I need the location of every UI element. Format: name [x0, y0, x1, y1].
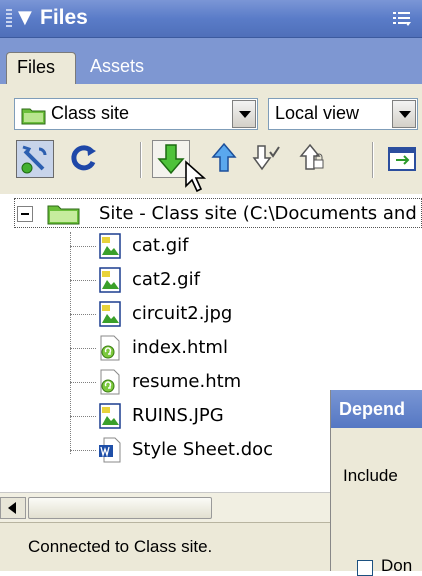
- panel-title: Files: [40, 6, 88, 29]
- view-select[interactable]: Local view: [268, 98, 418, 130]
- refresh-icon: [71, 145, 96, 171]
- scroll-left-arrow-icon[interactable]: [0, 497, 26, 519]
- files-panel: ▼ Files Files Assets Class site Local vi…: [0, 0, 422, 576]
- put-files-icon: [211, 142, 237, 172]
- mouse-pointer-icon: [185, 160, 207, 193]
- image-file-icon: [99, 301, 121, 327]
- tree-file-item[interactable]: circuit2.jpg: [70, 298, 330, 332]
- expand-view-button[interactable]: [384, 140, 422, 178]
- file-name: cat.gif: [132, 235, 189, 256]
- file-name: circuit2.jpg: [132, 303, 233, 324]
- status-text: Connected to Class site.: [28, 537, 213, 556]
- horizontal-scrollbar[interactable]: [0, 492, 330, 522]
- tree-file-item[interactable]: cat.gif: [70, 230, 330, 264]
- file-name: Style Sheet.doc: [132, 439, 274, 460]
- files-toolbar: [0, 140, 422, 180]
- image-file-icon: [99, 403, 121, 429]
- image-file-icon: [99, 267, 121, 293]
- tree-root-row[interactable]: Site - Class site (C:\Documents and: [14, 198, 422, 228]
- dependent-files-dialog: Depend Include Don: [330, 390, 422, 576]
- file-name: resume.htm: [132, 371, 242, 392]
- dialog-checkbox[interactable]: [357, 560, 373, 576]
- tree-file-item[interactable]: Style Sheet.doc: [70, 434, 330, 468]
- image-file-icon: [99, 233, 121, 259]
- status-bar: Connected to Class site.: [0, 522, 330, 571]
- check-in-icon: [299, 143, 324, 170]
- file-name: RUINS.JPG: [132, 405, 224, 426]
- tree-root-label: Site - Class site (C:\Documents and: [99, 203, 417, 224]
- site-select-dropdown-button[interactable]: [232, 100, 256, 128]
- file-name: index.html: [132, 337, 228, 358]
- tree-file-item[interactable]: cat2.gif: [70, 264, 330, 298]
- site-select-value: Class site: [51, 103, 130, 123]
- tree-file-item[interactable]: index.html: [70, 332, 330, 366]
- word-file-icon: [99, 437, 121, 463]
- tab-assets[interactable]: Assets: [80, 52, 154, 84]
- site-select[interactable]: Class site: [14, 98, 258, 130]
- tab-files[interactable]: Files: [6, 52, 76, 84]
- view-select-dropdown-button[interactable]: [392, 100, 416, 128]
- folder-icon: [47, 205, 80, 225]
- dialog-title[interactable]: Depend: [331, 390, 422, 428]
- panel-tab-strip: Files Assets: [0, 38, 422, 84]
- folder-icon: [21, 108, 46, 125]
- tree-file-item[interactable]: resume.htm: [70, 366, 330, 400]
- panel-options-icon[interactable]: [392, 10, 412, 28]
- connect-button[interactable]: [16, 140, 54, 178]
- refresh-button[interactable]: [66, 140, 104, 178]
- toolbar-separator: [140, 142, 142, 178]
- file-name: cat2.gif: [132, 269, 200, 290]
- dialog-include-label: Include: [343, 466, 398, 485]
- drag-grip-icon[interactable]: [6, 9, 12, 29]
- check-out-button[interactable]: [248, 140, 286, 178]
- toolbar-separator: [372, 142, 374, 178]
- view-select-value: Local view: [275, 103, 360, 123]
- expand-icon: [388, 147, 416, 171]
- connect-icon: [21, 145, 47, 174]
- check-in-button[interactable]: [294, 140, 332, 178]
- dialog-checkbox-label: Don: [381, 556, 413, 575]
- html-file-icon: [100, 369, 120, 395]
- scrollbar-thumb[interactable]: [28, 497, 212, 519]
- collapse-node-icon[interactable]: [17, 206, 33, 222]
- check-out-icon: [252, 145, 280, 171]
- collapse-arrow-icon[interactable]: ▼: [18, 7, 32, 28]
- tree-file-item[interactable]: RUINS.JPG: [70, 400, 330, 434]
- html-file-icon: [100, 335, 120, 361]
- put-files-button[interactable]: [206, 140, 244, 178]
- panel-title-bar[interactable]: ▼ Files: [0, 0, 422, 38]
